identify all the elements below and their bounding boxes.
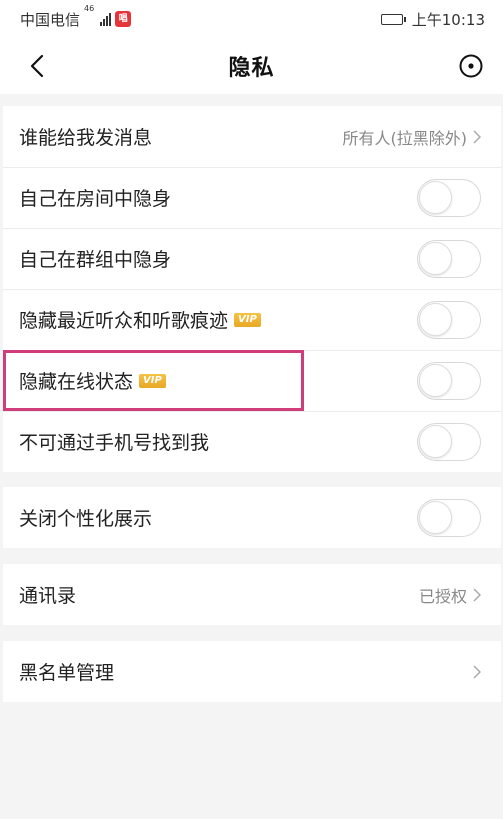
privacy-group: 谁能给我发消息 所有人(拉黑除外) 自己在房间中隐身 自己在群组中隐身 隐藏最近… bbox=[3, 106, 501, 472]
chevron-left-icon bbox=[30, 54, 44, 78]
toggle-knob bbox=[419, 180, 452, 214]
row-label: 自己在群组中隐身 bbox=[19, 249, 172, 271]
hide-online-status-row: 隐藏在线状态 VIP bbox=[3, 350, 501, 411]
page-title: 隐私 bbox=[228, 56, 275, 81]
status-left: 中国电信 46 唱 bbox=[20, 4, 132, 30]
carrier-name: 中国电信 bbox=[20, 10, 81, 29]
row-label: 隐藏最近听众和听歌痕迹 VIP bbox=[19, 306, 261, 333]
app-notification-icon: 唱 bbox=[115, 11, 132, 27]
toggle-knob bbox=[419, 241, 452, 275]
vip-badge: VIP bbox=[139, 373, 166, 388]
chevron-right-icon bbox=[473, 129, 481, 144]
phone-search-row: 不可通过手机号找到我 bbox=[3, 411, 501, 472]
row-label: 不可通过手机号找到我 bbox=[19, 432, 210, 454]
nav-bar: 隐私 bbox=[0, 38, 503, 94]
contacts-row[interactable]: 通讯录 已授权 bbox=[3, 564, 501, 625]
row-value-wrap: 所有人(拉黑除外) bbox=[342, 125, 481, 149]
toggle-knob bbox=[419, 500, 452, 534]
row-label: 关闭个性化展示 bbox=[19, 508, 153, 530]
phone-search-toggle[interactable] bbox=[417, 422, 481, 461]
toggle-knob bbox=[419, 363, 452, 397]
personalization-row: 关闭个性化展示 bbox=[3, 487, 501, 548]
toggle-knob bbox=[419, 424, 452, 458]
personalization-group: 关闭个性化展示 bbox=[3, 487, 501, 548]
row-label: 谁能给我发消息 bbox=[19, 127, 153, 149]
chevron-right-icon bbox=[473, 664, 481, 679]
status-bar: 中国电信 46 唱 上午10:13 bbox=[0, 0, 503, 38]
contacts-group: 通讯录 已授权 bbox=[3, 564, 501, 625]
vip-badge: VIP bbox=[234, 312, 261, 327]
row-value: 所有人(拉黑除外) bbox=[342, 128, 468, 148]
room-invisible-toggle[interactable] bbox=[417, 178, 481, 217]
row-label-text: 隐藏最近听众和听歌痕迹 bbox=[19, 310, 229, 332]
chevron-right-icon bbox=[473, 587, 481, 602]
hide-online-status-toggle[interactable] bbox=[417, 361, 481, 400]
battery-icon bbox=[380, 13, 406, 25]
personalization-toggle[interactable] bbox=[417, 498, 481, 537]
blacklist-group: 黑名单管理 bbox=[3, 641, 501, 702]
hide-recent-listeners-row: 隐藏最近听众和听歌痕迹 VIP bbox=[3, 289, 501, 350]
row-label: 隐藏在线状态 VIP bbox=[19, 367, 166, 394]
toggle-knob bbox=[419, 302, 452, 336]
status-right: 上午10:13 bbox=[380, 9, 485, 30]
row-value-wrap: 已授权 bbox=[419, 583, 481, 607]
signal-icon bbox=[100, 12, 112, 26]
row-value: 已授权 bbox=[418, 586, 467, 606]
row-label: 自己在房间中隐身 bbox=[19, 188, 172, 210]
hide-recent-listeners-toggle[interactable] bbox=[417, 300, 481, 339]
row-value-wrap bbox=[473, 664, 481, 679]
row-label-text: 隐藏在线状态 bbox=[19, 371, 134, 393]
row-label: 黑名单管理 bbox=[19, 662, 115, 684]
more-button[interactable] bbox=[453, 48, 489, 84]
who-can-message-row[interactable]: 谁能给我发消息 所有人(拉黑除外) bbox=[3, 106, 501, 167]
blacklist-row[interactable]: 黑名单管理 bbox=[3, 641, 501, 702]
room-invisible-row: 自己在房间中隐身 bbox=[3, 167, 501, 228]
target-circle-icon bbox=[459, 54, 483, 78]
clock: 上午10:13 bbox=[411, 10, 485, 29]
back-button[interactable] bbox=[20, 48, 54, 84]
group-invisible-toggle[interactable] bbox=[417, 239, 481, 278]
network-type: 46 bbox=[84, 3, 95, 13]
privacy-settings-screen: 中国电信 46 唱 上午10:13 隐私 谁能给我发消息 所有人(拉黑除外) 自… bbox=[0, 0, 503, 819]
group-invisible-row: 自己在群组中隐身 bbox=[3, 228, 501, 289]
row-label: 通讯录 bbox=[19, 585, 77, 607]
